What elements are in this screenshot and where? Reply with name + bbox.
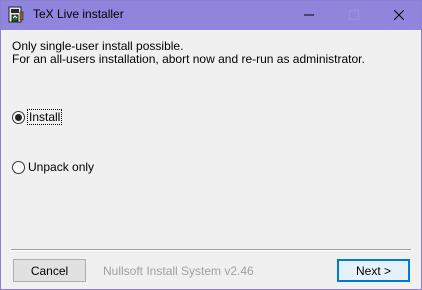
title-bar[interactable]: TeX Live installer [1, 1, 421, 30]
minimize-icon [303, 9, 314, 23]
install-radio-label[interactable]: Install [26, 109, 63, 125]
unpack-only-radio-label[interactable]: Unpack only [28, 160, 94, 174]
cancel-button[interactable]: Cancel [13, 259, 86, 282]
close-button[interactable] [376, 1, 421, 30]
maximize-icon [348, 9, 359, 23]
unpack-only-radio-button[interactable] [12, 160, 25, 174]
close-icon [393, 9, 404, 23]
window-title: TeX Live installer [33, 7, 124, 21]
installer-package-icon [8, 6, 24, 24]
installer-window: TeX Live installer Only single-user inst… [0, 0, 422, 290]
install-radio-button[interactable] [12, 110, 25, 124]
minimize-button[interactable] [286, 1, 331, 30]
maximize-button[interactable] [331, 1, 376, 30]
info-message-line-2: For an all-users installation, abort now… [12, 52, 365, 66]
next-button[interactable]: Next > [337, 259, 410, 282]
footer-separator [11, 249, 411, 251]
info-message-line-1: Only single-user install possible. [12, 39, 184, 53]
install-radio-option[interactable]: Install [12, 109, 63, 125]
nsis-branding-text: Nullsoft Install System v2.46 [103, 264, 254, 278]
unpack-only-radio-option[interactable]: Unpack only [12, 160, 94, 174]
